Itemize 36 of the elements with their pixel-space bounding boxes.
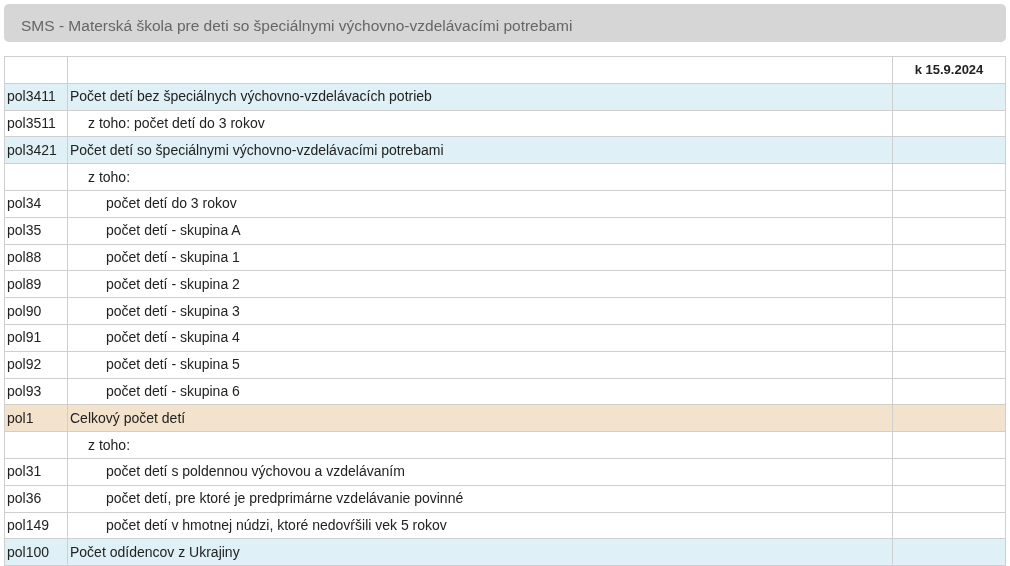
item-label: počet detí - skupina 1 [67, 244, 893, 271]
item-label: počet detí - skupina 3 [67, 297, 893, 325]
item-code: pol36 [4, 485, 68, 513]
item-label: počet detí do 3 rokov [67, 190, 893, 218]
item-code: pol149 [4, 512, 68, 539]
item-label: počet detí - skupina 4 [67, 324, 893, 352]
item-label: počet detí - skupina 2 [67, 270, 893, 298]
item-code: pol92 [4, 351, 68, 379]
item-code: pol31 [4, 458, 68, 486]
item-code: pol34 [4, 190, 68, 218]
item-label: počet detí - skupina 5 [67, 351, 893, 379]
page-title: SMS - Materská škola pre deti so špeciálnymi výchovno-vzdelávacími potrebami [21, 17, 573, 34]
item-label: počet detí - skupina A [67, 217, 893, 245]
item-code: pol35 [4, 217, 68, 245]
item-label: Počet detí so špeciálnymi výchovno-vzdelávacími potrebami [67, 136, 893, 164]
item-label: z toho: [67, 431, 893, 459]
item-code: pol3511 [4, 110, 68, 137]
item-label: Počet detí bez špeciálnych výchovno-vzdelávacích potrieb [67, 83, 893, 111]
item-label: počet detí, pre ktoré je predprimárne vzdelávanie povinné [67, 485, 893, 513]
item-code: pol3421 [4, 136, 68, 164]
item-label: z toho: počet detí do 3 rokov [67, 110, 893, 137]
item-label: Počet odídencov z Ukrajiny [67, 538, 893, 566]
item-code: pol100 [4, 538, 68, 566]
item-code: pol90 [4, 297, 68, 325]
item-label: z toho: [67, 163, 893, 191]
item-label: Celkový počet detí [67, 404, 893, 432]
item-code: pol93 [4, 378, 68, 405]
item-label: počet detí - skupina 6 [67, 378, 893, 405]
item-code: pol88 [4, 244, 68, 271]
item-code: pol89 [4, 270, 68, 298]
item-code: pol3411 [4, 83, 68, 111]
item-label: počet detí v hmotnej núdzi, ktoré nedovŕšili vek 5 rokov [67, 512, 893, 539]
item-code: pol91 [4, 324, 68, 352]
item-code: pol1 [4, 404, 68, 432]
item-label: počet detí s poldennou výchovou a vzdelávaním [67, 458, 893, 486]
column-header: k 15.9.2024 [892, 56, 1006, 84]
